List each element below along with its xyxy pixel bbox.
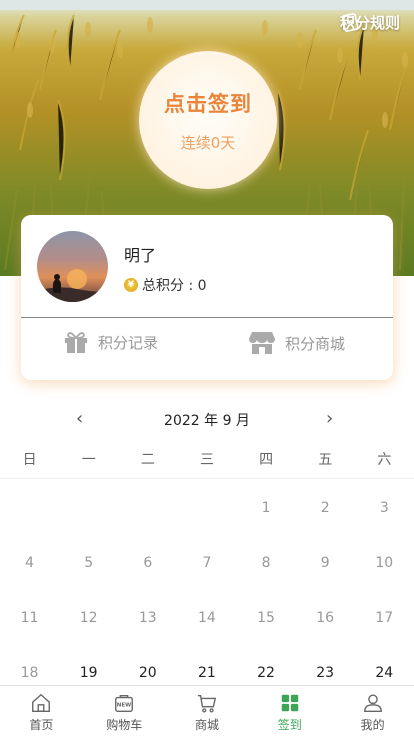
calendar-day xyxy=(177,479,236,534)
calendar-week: 4 5 6 7 8 9 10 xyxy=(0,534,414,589)
tab-mall[interactable]: 商城 xyxy=(166,686,249,736)
calendar-header: ‹ 2022 年 9 月 › xyxy=(0,408,414,430)
signin-button[interactable]: 点击签到 连续0天 xyxy=(139,51,277,189)
calendar-day[interactable]: 8 xyxy=(237,534,296,589)
calendar-day xyxy=(118,479,177,534)
tab-home-label: 首页 xyxy=(29,718,54,732)
calendar-day xyxy=(59,479,118,534)
points-records-label: 积分记录 xyxy=(98,333,159,352)
weekday-label: 四 xyxy=(259,452,274,468)
calendar-grid: 1 2 3 4 5 6 7 8 9 10 11 12 13 14 15 16 1… xyxy=(0,479,414,699)
tab-checkin[interactable]: 签到 xyxy=(248,686,331,736)
calendar-day[interactable]: 12 xyxy=(59,589,118,644)
weekday-label: 六 xyxy=(377,452,392,468)
tab-checkin-label: 签到 xyxy=(277,718,302,732)
tab-cart[interactable]: NEW 购物车 xyxy=(83,686,166,736)
signin-title: 点击签到 xyxy=(164,91,252,116)
calendar-day[interactable]: 16 xyxy=(296,589,355,644)
calendar-day[interactable]: 13 xyxy=(118,589,177,644)
tab-mine[interactable]: 我的 xyxy=(331,686,414,736)
calendar-day[interactable]: 15 xyxy=(237,589,296,644)
calendar-day[interactable]: 1 xyxy=(237,479,296,534)
user-points-card: 明了 ¥ 总积分 : 0 积分记录 积分商城 xyxy=(21,215,393,380)
next-month-icon[interactable]: › xyxy=(326,408,333,429)
tab-cart-label: 购物车 xyxy=(106,718,143,732)
svg-text:NEW: NEW xyxy=(117,703,131,709)
points-mall-button[interactable]: 积分商城 xyxy=(249,331,345,355)
home-icon xyxy=(32,693,51,712)
shopping-cart-icon xyxy=(197,694,217,713)
weekday-label: 五 xyxy=(318,452,333,468)
calendar-day[interactable]: 11 xyxy=(0,589,59,644)
checkin-page: { "header": {"rules_label": "积分规则"}, "si… xyxy=(0,0,414,736)
calendar-day[interactable]: 6 xyxy=(118,534,177,589)
points-records-button[interactable]: 积分记录 xyxy=(64,331,158,353)
calendar-day[interactable]: 14 xyxy=(177,589,236,644)
weekday-label: 一 xyxy=(81,452,96,468)
card-divider xyxy=(21,317,393,318)
gift-icon xyxy=(65,332,87,353)
calendar-day xyxy=(0,479,59,534)
user-icon xyxy=(363,694,382,712)
calendar-day[interactable]: 17 xyxy=(355,589,414,644)
calendar-day[interactable]: 7 xyxy=(177,534,236,589)
calendar-day[interactable]: 3 xyxy=(355,479,414,534)
bottom-tab-bar: 首页 NEW 购物车 商城 签到 我的 xyxy=(0,685,414,736)
weekday-label: 二 xyxy=(140,452,155,468)
calendar-day[interactable]: 5 xyxy=(59,534,118,589)
avatar-sunset-image xyxy=(37,269,108,302)
avatar[interactable] xyxy=(37,231,108,302)
calendar-month-title: 2022 年 9 月 xyxy=(164,413,250,429)
calendar-day[interactable]: 9 xyxy=(296,534,355,589)
total-points: ¥ 总积分 : 0 xyxy=(124,275,207,295)
points-rules-button[interactable]: 积分规则 xyxy=(340,12,400,33)
weekday-label: 三 xyxy=(199,452,214,468)
calendar-day[interactable]: 2 xyxy=(296,479,355,534)
calendar-day[interactable]: 4 xyxy=(0,534,59,589)
calendar-day[interactable]: 10 xyxy=(355,534,414,589)
calendar-weekday-row: 日 一 二 三 四 五 六 xyxy=(0,449,414,479)
user-name: 明了 xyxy=(124,246,157,265)
calendar-week: 1 2 3 xyxy=(0,479,414,534)
points-mall-label: 积分商城 xyxy=(285,334,346,353)
calendar-week: 11 12 13 14 15 16 17 xyxy=(0,589,414,644)
weekday-label: 日 xyxy=(22,452,37,468)
rules-doc-icon xyxy=(341,13,359,32)
tab-home[interactable]: 首页 xyxy=(0,686,83,736)
coin-icon: ¥ xyxy=(124,278,138,292)
new-products-icon: NEW xyxy=(115,694,134,712)
grid-apps-icon xyxy=(281,694,299,712)
store-icon xyxy=(249,332,275,354)
total-points-label: 总积分 : 0 xyxy=(142,278,207,294)
tab-mall-label: 商城 xyxy=(194,718,219,732)
tab-mine-label: 我的 xyxy=(360,718,385,732)
signin-streak: 连续0天 xyxy=(180,133,236,152)
